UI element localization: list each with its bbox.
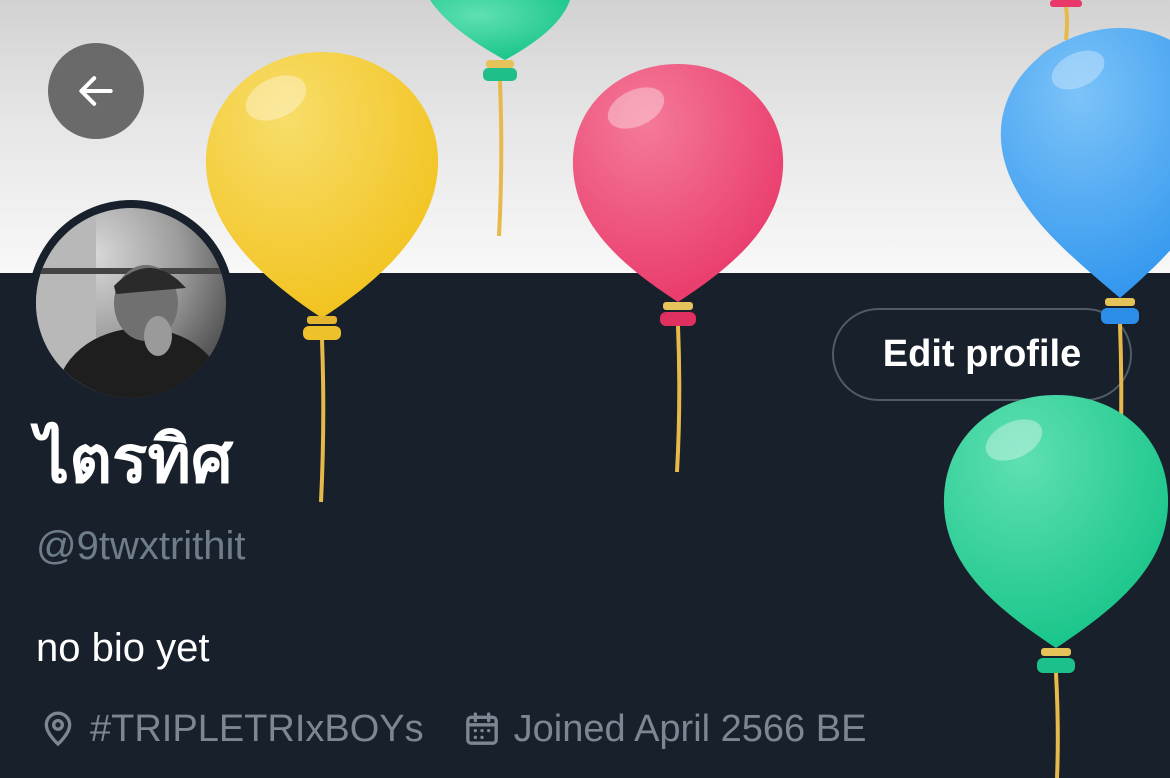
avatar[interactable] [28, 200, 234, 406]
avatar-photo [36, 208, 226, 398]
profile-meta: #TRIPLETRIxBOYs Joined April 2566 BE [38, 704, 904, 754]
location-text: #TRIPLETRIxBOYs [90, 707, 424, 750]
bio: no bio yet [36, 626, 210, 670]
joined-text: Joined April 2566 BE [513, 707, 867, 750]
handle: @9twxtrithit [36, 524, 246, 568]
display-name: ไตรทิศ [36, 421, 233, 498]
search-button[interactable] [1026, 42, 1122, 138]
location-item[interactable]: #TRIPLETRIxBOYs [38, 708, 424, 751]
search-icon [1057, 73, 1093, 109]
edit-profile-button[interactable]: Edit profile [832, 308, 1132, 401]
joined-item: Joined April 2566 BE [462, 707, 867, 751]
arrow-left-icon [79, 76, 113, 106]
location-pin-icon [44, 711, 72, 747]
calendar-icon [465, 712, 498, 745]
back-button[interactable] [48, 43, 144, 139]
